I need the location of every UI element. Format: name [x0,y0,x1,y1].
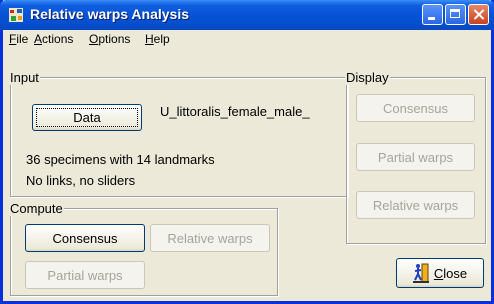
main-window: Relative warps Analysis File Actions Opt… [0,0,494,304]
maximize-button[interactable] [445,4,466,25]
consensus-compute-button[interactable]: Consensus [25,224,145,252]
relative-warps-display-button[interactable]: Relative warps [356,191,475,219]
close-button[interactable]: Close [396,258,484,288]
minimize-button[interactable] [422,4,443,25]
menu-actions[interactable]: Actions [34,32,73,46]
close-window-button[interactable] [468,4,489,25]
menu-bar: File Actions Options Help [3,30,491,48]
partial-warps-compute-button[interactable]: Partial warps [25,261,145,289]
data-file-name: U_littoralis_female_male_ [160,104,310,119]
specimens-count: 36 specimens with 14 landmarks [26,152,215,167]
input-legend: Input [9,70,40,85]
data-button[interactable]: Data [32,104,142,131]
partial-warps-display-button[interactable]: Partial warps [356,143,475,171]
compute-group: Compute Consensus Relative warps Partial… [9,201,278,296]
display-legend: Display [345,70,390,85]
title-bar[interactable]: Relative warps Analysis [0,0,494,30]
consensus-display-button[interactable]: Consensus [356,94,475,122]
menu-file[interactable]: File [9,32,28,46]
menu-options[interactable]: Options [89,32,130,46]
app-icon [9,8,23,22]
menu-help[interactable]: Help [145,32,170,46]
input-group: Input Data U_littoralis_female_male_ 36 … [9,70,348,197]
window-title: Relative warps Analysis [30,6,190,22]
links-status: No links, no sliders [26,173,136,188]
display-group: Display Consensus Partial warps Relative… [345,70,486,244]
close-button-label: Close [433,265,468,281]
exit-door-icon [412,263,429,283]
relative-warps-compute-button[interactable]: Relative warps [150,224,270,252]
compute-legend: Compute [9,201,64,216]
